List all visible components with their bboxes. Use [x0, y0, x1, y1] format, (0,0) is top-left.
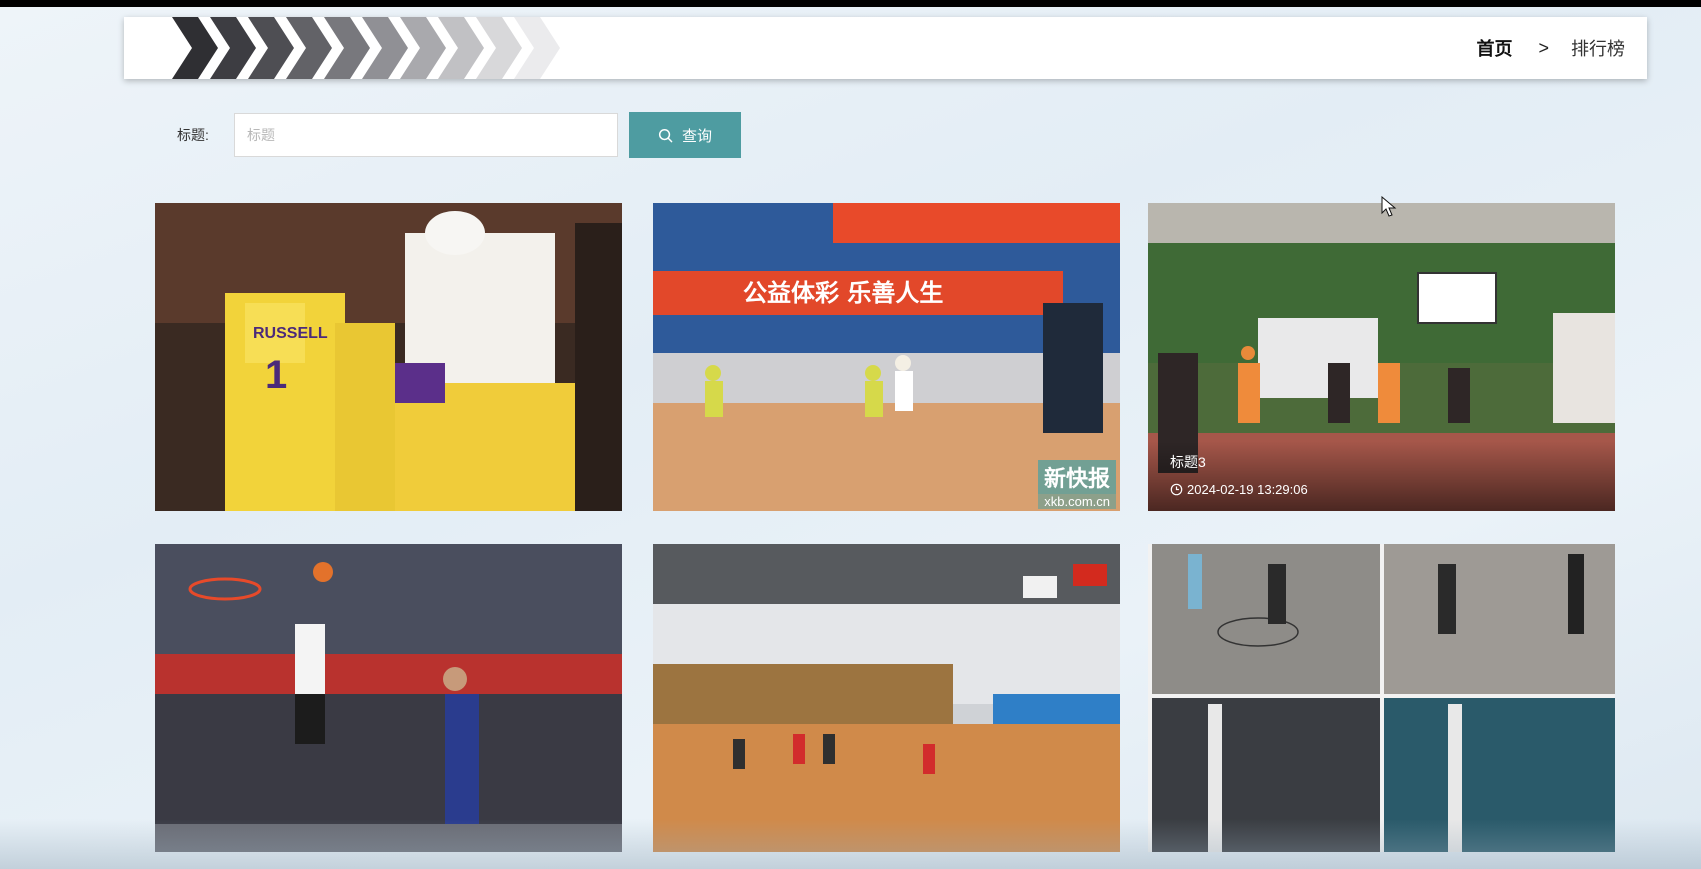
search-label: 标题: [177, 127, 209, 143]
ranking-card[interactable] [653, 544, 1120, 852]
search-input[interactable] [234, 113, 618, 157]
page-header: 首页 > 排行榜 [124, 17, 1647, 79]
ranking-card[interactable] [155, 544, 622, 852]
watermark-brand: 新快报 [1037, 460, 1116, 494]
breadcrumb-separator: > [1538, 37, 1549, 58]
ranking-card[interactable]: 标题3 2024-02-19 13:29:06 [1148, 203, 1615, 511]
ranking-card[interactable]: RUSSELL 1 [155, 203, 622, 511]
card-title: 标题3 [1170, 454, 1206, 470]
card-image [653, 544, 1120, 852]
ranking-card[interactable]: 公益体彩 乐善人生 新快报 xkb.com.cn [653, 203, 1120, 511]
top-border [0, 0, 1701, 7]
watermark-url: xkb.com.cn [1037, 494, 1116, 509]
card-time: 2024-02-19 13:29:06 [1170, 482, 1308, 497]
svg-text:RUSSELL: RUSSELL [253, 325, 328, 342]
card-overlay [1148, 441, 1615, 511]
breadcrumb-current: 排行榜 [1571, 39, 1625, 59]
chevron-arrow-icon [172, 17, 218, 79]
ranking-card[interactable] [1148, 544, 1615, 852]
search-button[interactable]: 查询 [629, 112, 741, 158]
watermark: 新快报 xkb.com.cn [1037, 460, 1116, 509]
chevron-arrows-decor [172, 17, 560, 79]
card-image [1148, 544, 1615, 852]
search-bar: 标题: 查询 [177, 112, 741, 158]
clock-icon [1170, 483, 1183, 496]
mouse-cursor-icon [1381, 196, 1397, 217]
search-icon [658, 128, 673, 142]
card-image: RUSSELL 1 [155, 203, 622, 511]
card-time-text: 2024-02-19 13:29:06 [1187, 482, 1308, 497]
search-button-label: 查询 [681, 127, 712, 145]
breadcrumb: 首页 > 排行榜 [1476, 17, 1625, 79]
svg-text:1: 1 [265, 353, 287, 397]
card-image [155, 544, 622, 852]
breadcrumb-home-link[interactable]: 首页 [1476, 35, 1512, 61]
banner-text: 公益体彩 乐善人生 [743, 279, 943, 307]
